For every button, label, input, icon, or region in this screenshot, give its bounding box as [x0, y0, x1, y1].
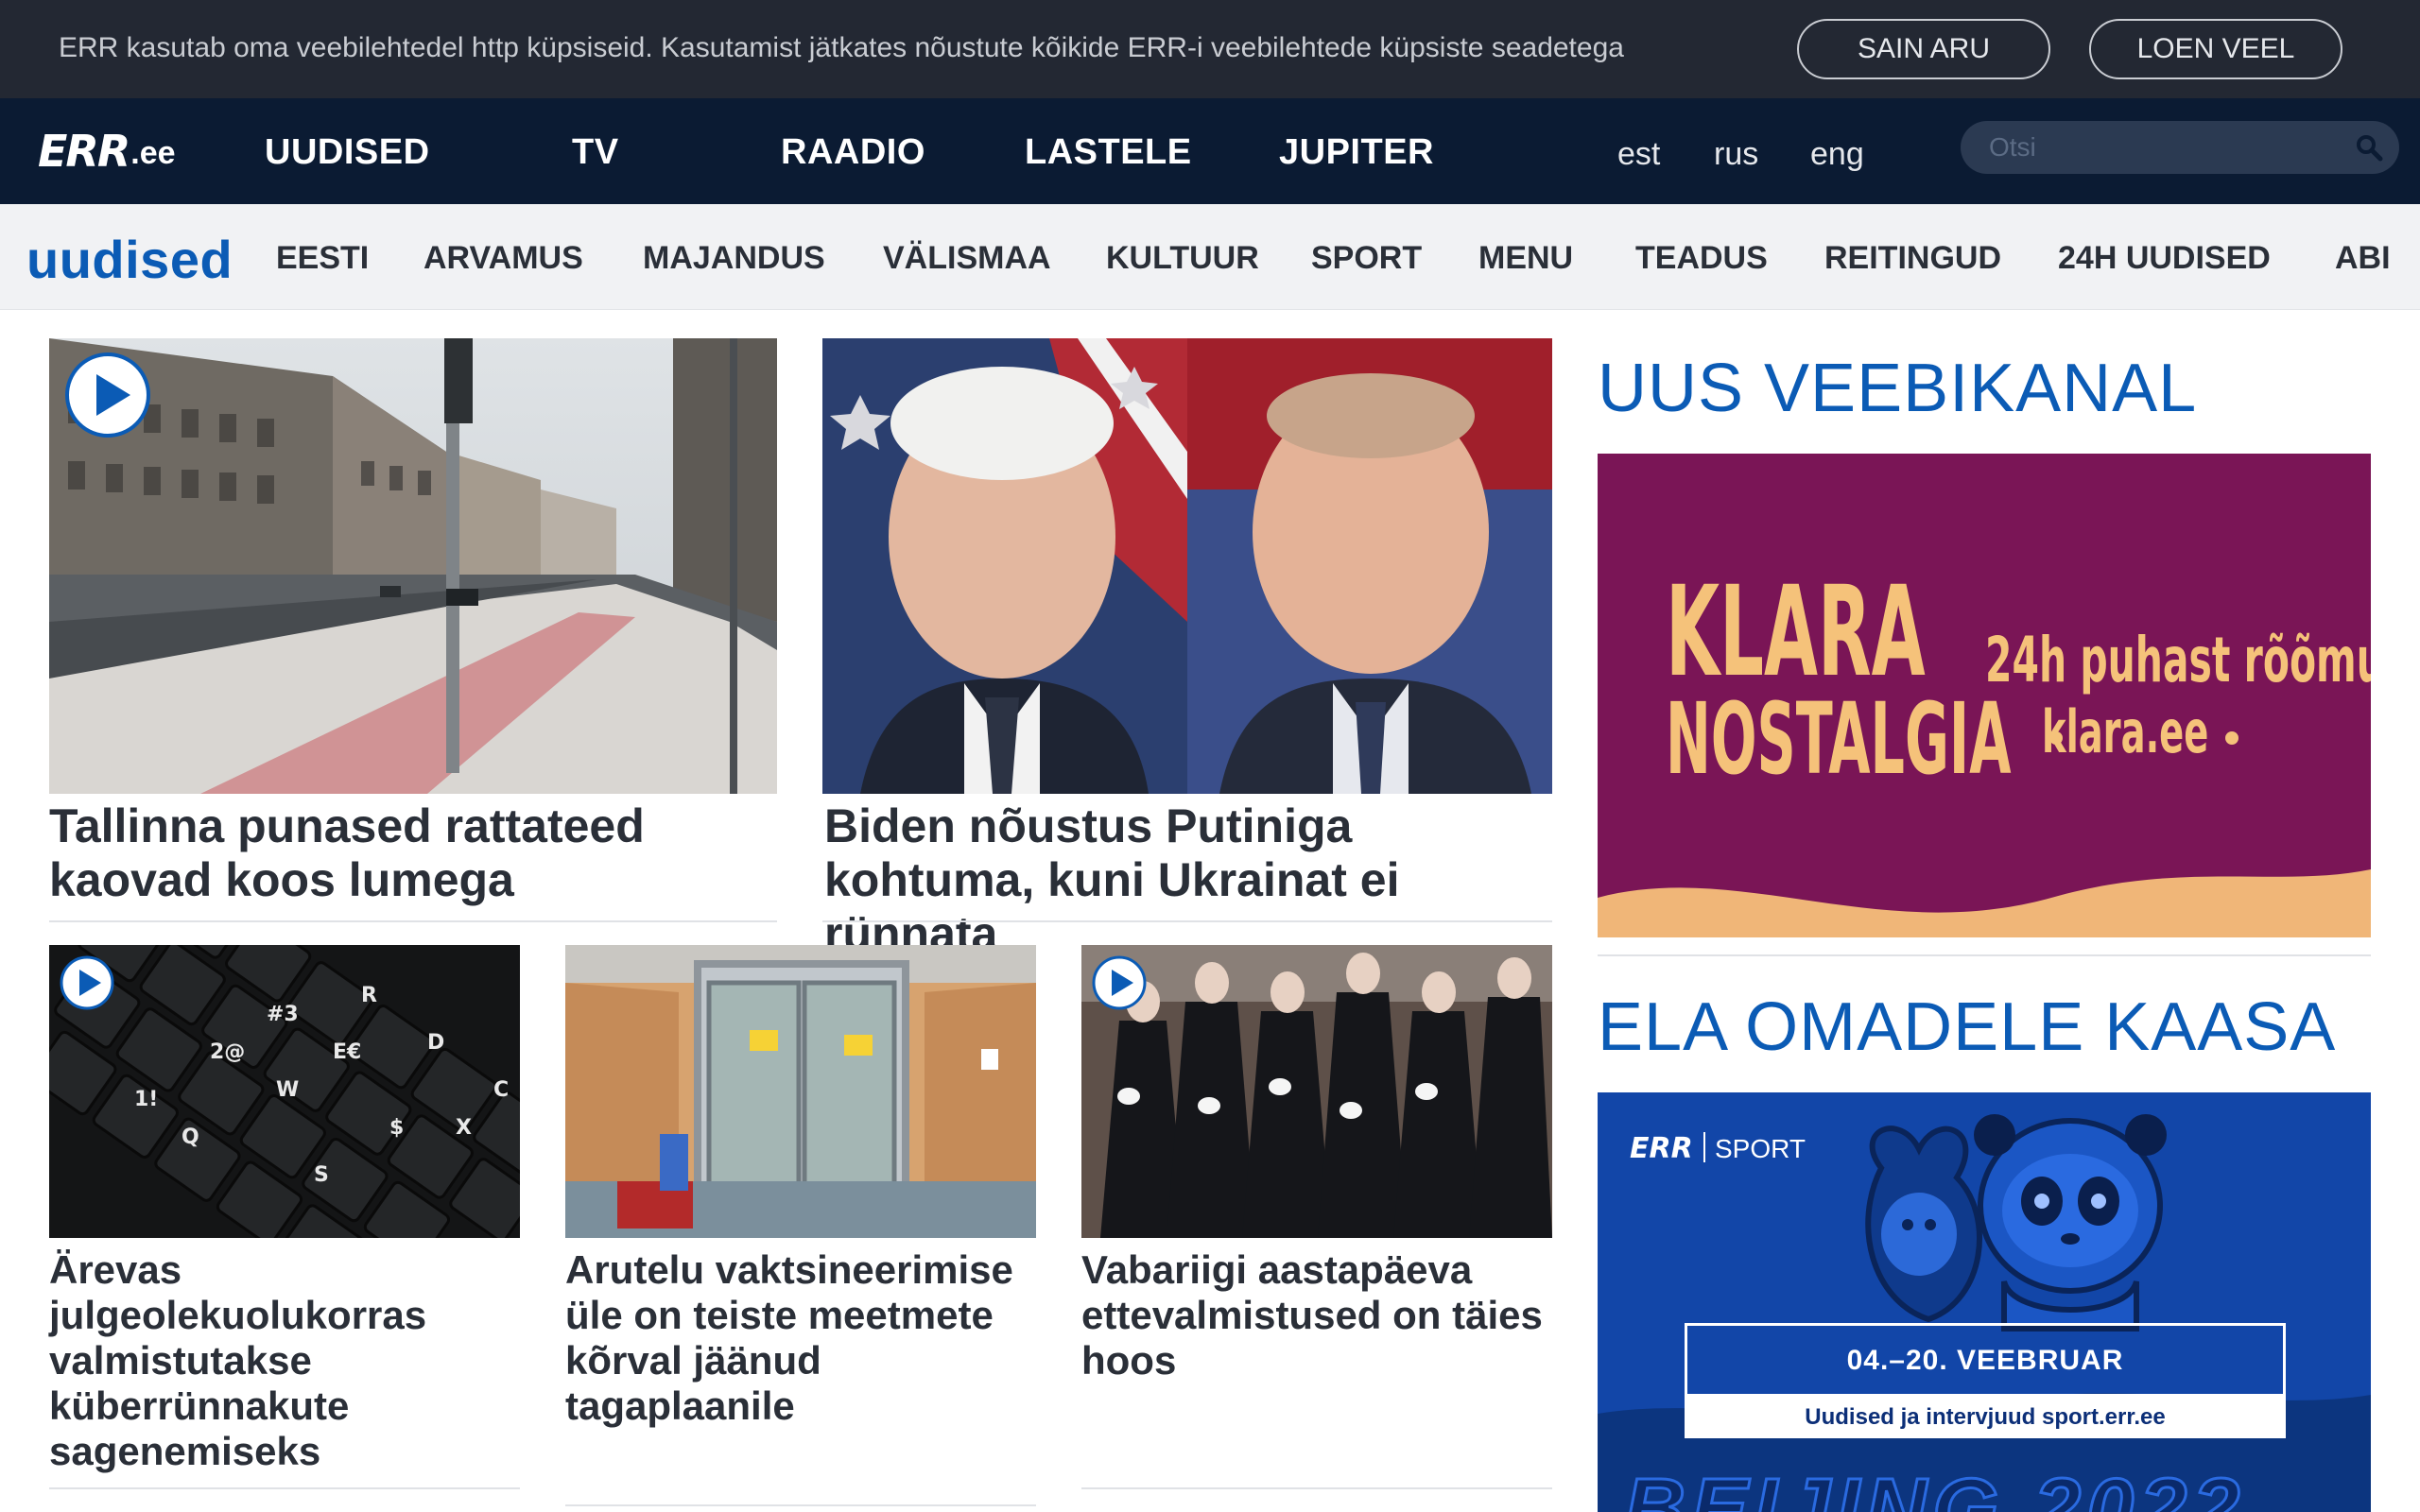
article-title[interactable]: Vabariigi aastapäeva ettevalmistused on … [1081, 1247, 1552, 1383]
dates-box: 04.–20. VEEBRUAR [1685, 1323, 2286, 1397]
portraits-photo [822, 338, 1552, 794]
sidebar-heading: UUS VEEBIKANAL [1598, 351, 2198, 426]
parade-photo [1081, 945, 1552, 1238]
cookie-bar: ERR kasutab oma veebilehtedel http küpsi… [0, 0, 2420, 98]
cookie-accept-button[interactable]: SAIN ARU [1797, 19, 2050, 79]
svg-text:#3: #3 [267, 1003, 299, 1026]
svg-text:S: S [314, 1163, 329, 1187]
logo-brand: ERR [38, 126, 130, 177]
divider [49, 920, 777, 922]
sport-logo-section: SPORT [1715, 1134, 1806, 1163]
article-title[interactable]: Tallinna punased rattateed kaovad koos l… [49, 799, 777, 907]
divider [565, 1504, 1036, 1506]
lang-eng[interactable]: eng [1810, 136, 1864, 173]
event-title: BEIJING 2022 [1622, 1461, 2246, 1512]
svg-text:$: $ [389, 1116, 404, 1140]
keyboard-photo: 2@ #3 W E€ R D $ S Q 1! XC [49, 945, 520, 1238]
svg-text:E€: E€ [333, 1040, 361, 1064]
klara-nostalgia-banner[interactable]: KLARA NOSTALGIA 24h puhast rõõmu! klara.… [1598, 454, 2371, 937]
svg-text:1!: 1! [134, 1088, 158, 1111]
sport-logo-brand: ERR [1630, 1132, 1693, 1165]
dot-icon [2049, 731, 2063, 745]
article-title[interactable]: Ärevas julgeolekuolukorras valmistutakse… [49, 1247, 520, 1474]
section-item-teadus[interactable]: TEADUS [1635, 240, 1768, 277]
article-image-parade[interactable] [1081, 945, 1552, 1238]
section-item-eesti[interactable]: EESTI [276, 240, 369, 277]
play-video-icon[interactable] [1091, 954, 1148, 1011]
nav-item-tv[interactable]: TV [572, 132, 619, 173]
err-sport-banner[interactable]: ERR SPORT 04.–20. VEEBRUAR Uudised ja in… [1598, 1092, 2371, 1512]
article-title[interactable]: Biden nõustus Putiniga kohtuma, kuni Ukr… [824, 799, 1552, 961]
sport-tagline: Uudised ja intervjuud sport.err.ee [1805, 1404, 2166, 1430]
cookie-text: ERR kasutab oma veebilehtedel http küpsi… [59, 32, 1624, 63]
nav-item-lastele[interactable]: LASTELE [1025, 132, 1192, 173]
nav-item-raadio[interactable]: RAADIO [781, 132, 925, 173]
divider [822, 920, 1552, 922]
play-video-icon[interactable] [64, 352, 151, 438]
sidebar-heading: ELA OMADELE KAASA [1598, 989, 2337, 1065]
tagline-box: Uudised ja intervjuud sport.err.ee [1685, 1397, 2286, 1438]
nav-item-uudised[interactable]: UUDISED [265, 132, 430, 173]
search-icon[interactable] [2354, 132, 2384, 163]
divider [49, 1487, 520, 1489]
section-item-arvamus[interactable]: ARVAMUS [424, 240, 583, 277]
article-image-hospital[interactable] [565, 945, 1036, 1238]
play-video-icon[interactable] [59, 954, 115, 1011]
mascots-graphic [1598, 1092, 2371, 1512]
section-item-menu[interactable]: MENU [1478, 240, 1573, 277]
section-item-sport[interactable]: SPORT [1311, 240, 1422, 277]
svg-text:2@: 2@ [210, 1040, 245, 1064]
klara-url: klara.ee [2042, 697, 2209, 766]
article-image-bike-lanes[interactable] [49, 338, 777, 794]
article-image-keyboard[interactable]: 2@ #3 W E€ R D $ S Q 1! X C [49, 945, 520, 1238]
section-item-valismaa[interactable]: VÄLISMAA [883, 240, 1051, 277]
klara-slogan: 24h puhast rõõmu! [1985, 624, 2371, 696]
err-logo[interactable]: ERR .ee [38, 126, 176, 177]
search-box [1961, 121, 2399, 174]
logo-separator [1703, 1132, 1705, 1162]
divider [1598, 954, 2371, 956]
search-input[interactable] [1989, 129, 2348, 166]
logo-domain: .ee [130, 135, 176, 171]
klara-subtitle: NOSTALGIA [1666, 681, 2012, 797]
section-item-abi[interactable]: ABI [2335, 240, 2391, 277]
svg-text:C: C [493, 1078, 509, 1102]
nav-item-jupiter[interactable]: JUPITER [1279, 132, 1434, 173]
svg-text:R: R [361, 984, 377, 1007]
section-logo[interactable]: uudised [26, 229, 233, 290]
lang-rus[interactable]: rus [1714, 136, 1758, 173]
section-item-24h-uudised[interactable]: 24H UUDISED [2058, 240, 2271, 277]
article-image-biden-putin[interactable] [822, 338, 1552, 794]
klara-title: KLARA [1666, 559, 1926, 705]
cookie-more-button[interactable]: LOEN VEEL [2089, 19, 2342, 79]
svg-text:X: X [456, 1116, 472, 1140]
street-photo [49, 338, 777, 794]
section-nav: uudised EESTI ARVAMUS MAJANDUS VÄLISMAA … [0, 204, 2420, 310]
hospital-photo [565, 945, 1036, 1238]
divider [1081, 1487, 1552, 1489]
article-title[interactable]: Arutelu vaktsineerimise üle on teiste me… [565, 1247, 1036, 1429]
svg-text:W: W [276, 1078, 299, 1102]
svg-text:D: D [427, 1031, 444, 1055]
section-item-kultuur[interactable]: KULTUUR [1106, 240, 1259, 277]
lang-est[interactable]: est [1617, 136, 1660, 173]
dot-icon [2225, 731, 2238, 745]
section-item-reitingud[interactable]: REITINGUD [1824, 240, 2001, 277]
svg-text:Q: Q [182, 1125, 199, 1149]
section-item-majandus[interactable]: MAJANDUS [643, 240, 825, 277]
event-dates: 04.–20. VEEBRUAR [1846, 1345, 2124, 1376]
